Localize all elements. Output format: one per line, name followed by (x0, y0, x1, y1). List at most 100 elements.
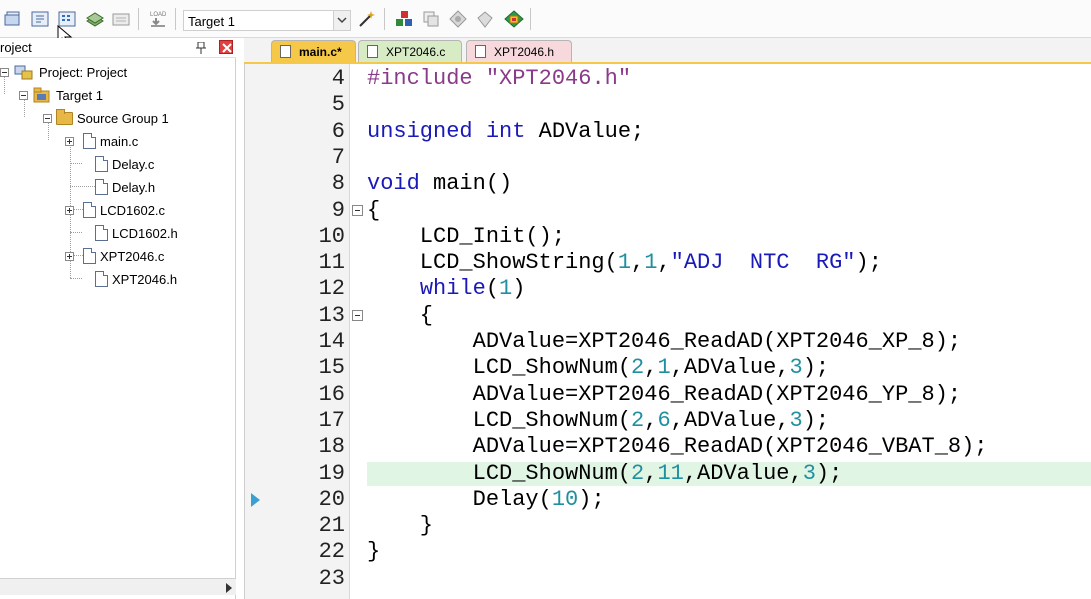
toolbar: LOAD Target 1 (0, 0, 1091, 46)
expand-icon[interactable] (65, 251, 74, 261)
code-token: 2 (631, 355, 645, 381)
magic-wand-icon[interactable] (357, 9, 377, 29)
tree-item-label: Source Group 1 (77, 110, 169, 126)
code-line[interactable]: 9{ (245, 198, 1091, 224)
code-token: { (367, 302, 434, 328)
stop-build-icon[interactable] (111, 9, 131, 29)
line-number: 16 (318, 381, 345, 407)
code-line[interactable]: 23 (245, 566, 1091, 592)
tree-line (70, 278, 82, 279)
code-token: 2 (631, 460, 645, 486)
code-line[interactable]: 15 LCD_ShowNum(2,1,ADValue,3); (245, 355, 1091, 381)
toolbar-separator (384, 8, 385, 30)
scroll-right-icon[interactable] (226, 583, 232, 593)
tree-item-file[interactable]: Delay.h (95, 177, 155, 197)
code-editor[interactable]: 4 #include "XPT2046.h" 5 6 unsigned int ADVa… (244, 64, 1091, 599)
code-line[interactable]: 12 while(1) (245, 276, 1091, 302)
line-number: 10 (318, 223, 345, 249)
file-icon (475, 45, 486, 58)
fold-collapse-icon[interactable] (352, 204, 363, 216)
code-line[interactable]: 20 Delay(10); (245, 487, 1091, 513)
horizontal-scrollbar[interactable] (0, 578, 236, 595)
expand-icon[interactable] (65, 205, 74, 215)
line-number: 22 (318, 539, 345, 565)
code-line[interactable]: 21 } (245, 513, 1091, 539)
tree-item-file[interactable]: LCD1602.c (65, 200, 165, 220)
code-line[interactable]: 19 LCD_ShowNum(2,11,ADValue,3); (245, 461, 1091, 487)
tree-item-label: LCD1602.h (112, 225, 178, 241)
select-packs-icon[interactable] (475, 9, 495, 29)
code-line[interactable]: 18 ADValue=XPT2046_ReadAD(XPT2046_VBAT_8… (245, 434, 1091, 460)
code-text: ADValue=XPT2046_ReadAD(XPT2046_YP_8); (367, 381, 962, 408)
chevron-down-icon[interactable] (333, 11, 350, 30)
panel-title: roject (0, 40, 32, 55)
build-icon[interactable] (30, 9, 50, 29)
manage-components-icon[interactable] (394, 9, 414, 29)
code-line[interactable]: 14 ADValue=XPT2046_ReadAD(XPT2046_XP_8); (245, 329, 1091, 355)
code-line[interactable]: 6 unsigned int ADValue; (245, 119, 1091, 145)
code-token: #include (367, 66, 486, 91)
code-line[interactable]: 10 LCD_Init(); (245, 224, 1091, 250)
toolbar-separator (530, 8, 531, 30)
tree-item-label: Target 1 (56, 87, 103, 103)
code-token: ( (485, 276, 500, 302)
tab-label: XPT2046.c (386, 44, 446, 59)
translate-icon[interactable] (3, 9, 23, 29)
pack-installer-icon[interactable] (448, 9, 468, 29)
close-icon[interactable] (219, 40, 233, 54)
collapse-icon[interactable] (0, 67, 9, 77)
code-line[interactable]: 16 ADValue=XPT2046_ReadAD(XPT2046_YP_8); (245, 382, 1091, 408)
collapse-icon[interactable] (19, 90, 28, 100)
code-token: 1 (644, 250, 658, 276)
tab-label: main.c* (299, 44, 342, 59)
code-line[interactable]: 17 LCD_ShowNum(2,6,ADValue,3); (245, 408, 1091, 434)
file-icon (95, 271, 108, 287)
code-line[interactable]: 4 #include "XPT2046.h" (245, 66, 1091, 92)
code-line[interactable]: 11 LCD_ShowString(1,1,"ADJ NTC RG"); (245, 250, 1091, 276)
code-token: ) (512, 276, 526, 302)
code-token: LCD_Init(); (367, 223, 566, 249)
code-text: while(1) (367, 276, 526, 302)
collapse-icon[interactable] (43, 113, 52, 123)
file-icon (83, 248, 96, 264)
pin-icon[interactable] (196, 41, 206, 54)
tab-xpt2046-c[interactable]: XPT2046.c (358, 40, 462, 62)
tree-item-target[interactable]: Target 1 (19, 85, 103, 105)
code-token: 11 (657, 460, 684, 486)
tree-item-file[interactable]: XPT2046.h (95, 269, 177, 289)
tree-item-file[interactable]: Delay.c (95, 154, 154, 174)
code-token: LCD_ShowNum( (367, 355, 632, 381)
code-token: LCD_ShowNum( (367, 407, 632, 433)
tree-item-project[interactable]: Project: Project (0, 62, 127, 82)
code-token: "XPT2046.h" (485, 66, 632, 91)
tree-line (70, 186, 95, 187)
load-icon[interactable]: LOAD (148, 9, 168, 29)
code-text: LCD_Init(); (367, 224, 565, 250)
tab-xpt2046-h[interactable]: XPT2046.h (466, 40, 572, 62)
batch-build-icon[interactable] (85, 9, 105, 29)
fold-collapse-icon[interactable] (352, 309, 363, 321)
tree-item-source-group[interactable]: Source Group 1 (43, 108, 169, 128)
copy-icon[interactable] (421, 9, 441, 29)
line-number: 11 (318, 250, 345, 276)
code-token: 2 (631, 407, 645, 433)
code-line[interactable]: 5 (245, 92, 1091, 118)
code-token: ,ADValue, (683, 460, 803, 486)
expand-icon[interactable] (65, 136, 74, 146)
tree-item-file[interactable]: main.c (65, 131, 138, 151)
tree-item-file[interactable]: LCD1602.h (95, 223, 178, 243)
code-line[interactable]: 22} (245, 539, 1091, 565)
code-token: } (367, 539, 381, 565)
target-select[interactable]: Target 1 (183, 10, 351, 31)
code-text: LCD_ShowNum(2,11,ADValue,3); (367, 460, 843, 487)
manage-rte-icon[interactable] (503, 9, 524, 29)
code-line[interactable]: 7 (245, 145, 1091, 171)
tree-item-file[interactable]: XPT2046.c (65, 246, 164, 266)
code-line[interactable]: 8 void main() (245, 171, 1091, 197)
line-number: 7 (331, 144, 345, 170)
code-line[interactable]: 13 { (245, 303, 1091, 329)
code-token: 3 (789, 407, 803, 433)
code-token: ADValue=XPT2046_ReadAD(XPT2046_YP_8); (367, 381, 962, 407)
tab-main-c[interactable]: main.c* (271, 40, 356, 62)
tree-item-label: XPT2046.h (112, 271, 178, 287)
